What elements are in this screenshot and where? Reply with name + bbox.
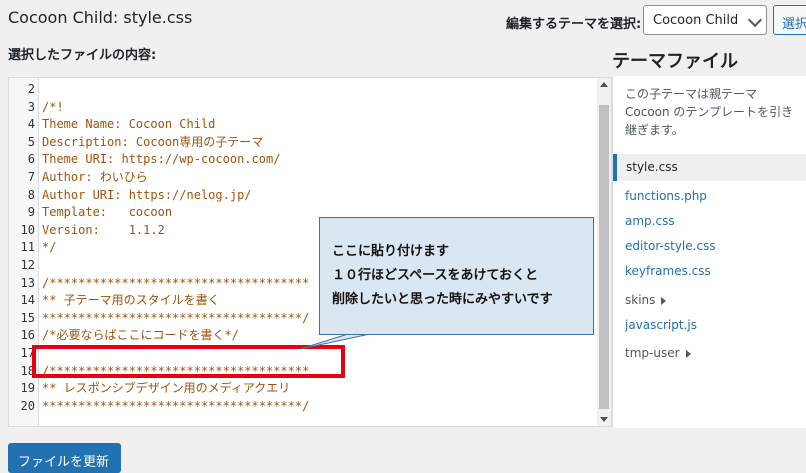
- update-file-button[interactable]: ファイルを更新: [8, 443, 121, 473]
- file-content-label: 選択したファイルの内容:: [8, 48, 157, 63]
- callout-line-2: １０行ほどスペースをあけておくと: [332, 268, 539, 283]
- editor-scrollbar[interactable]: [597, 78, 611, 426]
- line-code: Author URI: https://nelog.jp/: [42, 187, 252, 202]
- scroll-up-icon[interactable]: [600, 82, 608, 87]
- line-code: ** レスポンシブデザイン用のメディアクエリ: [42, 381, 291, 396]
- callout-line-3: 削除したいと思った時にみやすいです: [332, 292, 553, 307]
- expand-arrow-icon: [685, 349, 691, 358]
- theme-select-label: 編集するテーマを選択:: [506, 17, 642, 32]
- line-number: 3: [27, 99, 35, 114]
- line-number: 11: [20, 240, 35, 255]
- line-code: Version: 1.1.2: [42, 222, 165, 237]
- file-item-amp-css[interactable]: amp.css: [625, 214, 675, 228]
- line-code: Author: わいひら: [42, 170, 148, 184]
- file-item-editor-style-css[interactable]: editor-style.css: [625, 239, 716, 253]
- line-code: /*必要ならばここにコードを書く*/: [42, 328, 239, 343]
- line-code: Description: Cocoon専用の子テーマ: [42, 134, 264, 149]
- paste-area-highlight: [32, 345, 345, 378]
- line-code: Template: cocoon: [42, 205, 173, 220]
- line-code: ** 子テーマ用のスタイルを書く: [42, 293, 220, 308]
- line-number: 5: [27, 134, 35, 149]
- line-number: 14: [20, 293, 35, 308]
- file-item-style-css[interactable]: style.css: [613, 154, 806, 181]
- theme-select[interactable]: Cocoon Child: [643, 5, 767, 35]
- scroll-thumb[interactable]: [599, 105, 609, 409]
- folder-label: skins: [625, 293, 656, 307]
- line-number: 9: [27, 205, 35, 220]
- line-code: Theme Name: Cocoon Child: [42, 117, 216, 132]
- expand-arrow-icon: [661, 296, 667, 305]
- line-number: 13: [20, 275, 35, 290]
- folder-label: tmp-user: [625, 346, 680, 360]
- line-number: 16: [20, 328, 35, 343]
- line-code: ************************************/: [42, 310, 310, 325]
- line-number: 2: [27, 82, 35, 96]
- line-code: ************************************/: [42, 398, 310, 413]
- line-number: 7: [27, 170, 35, 184]
- page-title: Cocoon Child: style.css: [8, 8, 193, 27]
- line-number: 8: [27, 187, 35, 202]
- file-item-javascript-js[interactable]: javascript.js: [625, 318, 697, 332]
- callout-line-1: ここに貼り付けます: [332, 244, 450, 259]
- line-number: 19: [20, 381, 35, 396]
- theme-files-description: この子テーマは親テーマ Cocoon のテンプレートを引き継ぎます。: [625, 87, 794, 137]
- line-code: Theme URI: https://wp-cocoon.com/: [42, 152, 281, 167]
- file-item-keyframes-css[interactable]: keyframes.css: [625, 264, 711, 278]
- line-number: 6: [27, 152, 35, 167]
- line-code: */: [42, 240, 57, 255]
- line-code: /************************************: [42, 275, 310, 290]
- annotation-callout: ここに貼り付けます １０行ほどスペースをあけておくと 削除したいと思った時にみや…: [319, 217, 594, 335]
- theme-files-title: テーマファイル: [612, 51, 738, 72]
- line-code: /*!: [42, 99, 64, 114]
- line-number: 10: [20, 222, 35, 237]
- line-number: 4: [27, 117, 35, 132]
- theme-files-panel: この子テーマは親テーマ Cocoon のテンプレートを引き継ぎます。 style…: [612, 76, 806, 428]
- theme-select-value: Cocoon Child: [653, 13, 739, 28]
- folder-tmp-user[interactable]: tmp-user: [625, 346, 691, 360]
- select-theme-button[interactable]: 選択: [773, 5, 806, 35]
- line-number: 12: [20, 258, 35, 272]
- callout-tail: [299, 333, 371, 350]
- file-item-functions-php[interactable]: functions.php: [625, 189, 707, 203]
- scroll-down-icon[interactable]: [600, 417, 608, 422]
- folder-skins[interactable]: skins: [625, 293, 667, 307]
- line-number: 20: [20, 398, 35, 413]
- line-number: 15: [20, 310, 35, 325]
- chevron-down-icon: [747, 12, 763, 28]
